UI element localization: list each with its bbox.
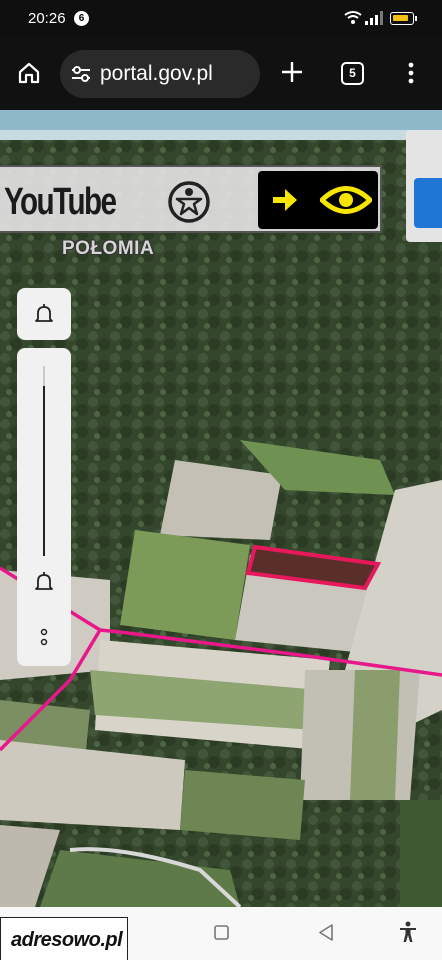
logo-text: adresowo.pl — [11, 929, 123, 951]
notification-badge: 6 — [74, 11, 89, 26]
adresowo-logo: adresowo.pl — [0, 917, 128, 960]
navigation-bar: adresowo.pl — [0, 907, 442, 960]
zoom-in-button[interactable] — [17, 288, 71, 340]
tune-icon[interactable] — [70, 64, 92, 84]
eye-icon[interactable] — [320, 183, 372, 217]
bell-icon[interactable] — [32, 570, 56, 594]
status-time: 20:26 — [28, 10, 66, 27]
accessibility-icon[interactable] — [398, 921, 418, 943]
battery-icon — [390, 12, 417, 25]
browser-toolbar: portal.gov.pl 5 — [0, 38, 442, 110]
map-view[interactable]: YouTube POŁOMIA — [0, 110, 442, 907]
arrow-icon[interactable] — [270, 185, 300, 215]
status-bar: 20:26 6 — [0, 0, 442, 38]
address-bar[interactable]: portal.gov.pl — [60, 50, 260, 98]
zoom-level-fill — [43, 386, 45, 556]
plus-icon[interactable] — [280, 60, 304, 84]
youtube-banner[interactable]: YouTube — [0, 165, 382, 233]
emblem-icon — [168, 181, 210, 223]
recents-icon[interactable] — [214, 925, 229, 940]
signal-icon — [365, 11, 383, 25]
zoom-track[interactable] — [43, 366, 45, 556]
tab-switcher-button[interactable]: 5 — [341, 62, 364, 85]
side-panel[interactable] — [406, 130, 442, 242]
back-icon[interactable] — [318, 924, 334, 941]
menu-icon[interactable] — [405, 61, 417, 85]
wifi-icon — [344, 11, 362, 24]
bell-icon[interactable] — [32, 302, 56, 326]
blue-tile[interactable] — [414, 178, 442, 228]
zoom-slider-panel[interactable] — [17, 348, 71, 666]
more-icon[interactable] — [39, 628, 49, 648]
place-label: POŁOMIA — [62, 238, 155, 259]
home-icon[interactable] — [18, 62, 40, 84]
banner-text: YouTube — [4, 181, 117, 223]
accessibility-toolbar[interactable] — [258, 171, 378, 229]
url-text[interactable]: portal.gov.pl — [100, 62, 213, 86]
